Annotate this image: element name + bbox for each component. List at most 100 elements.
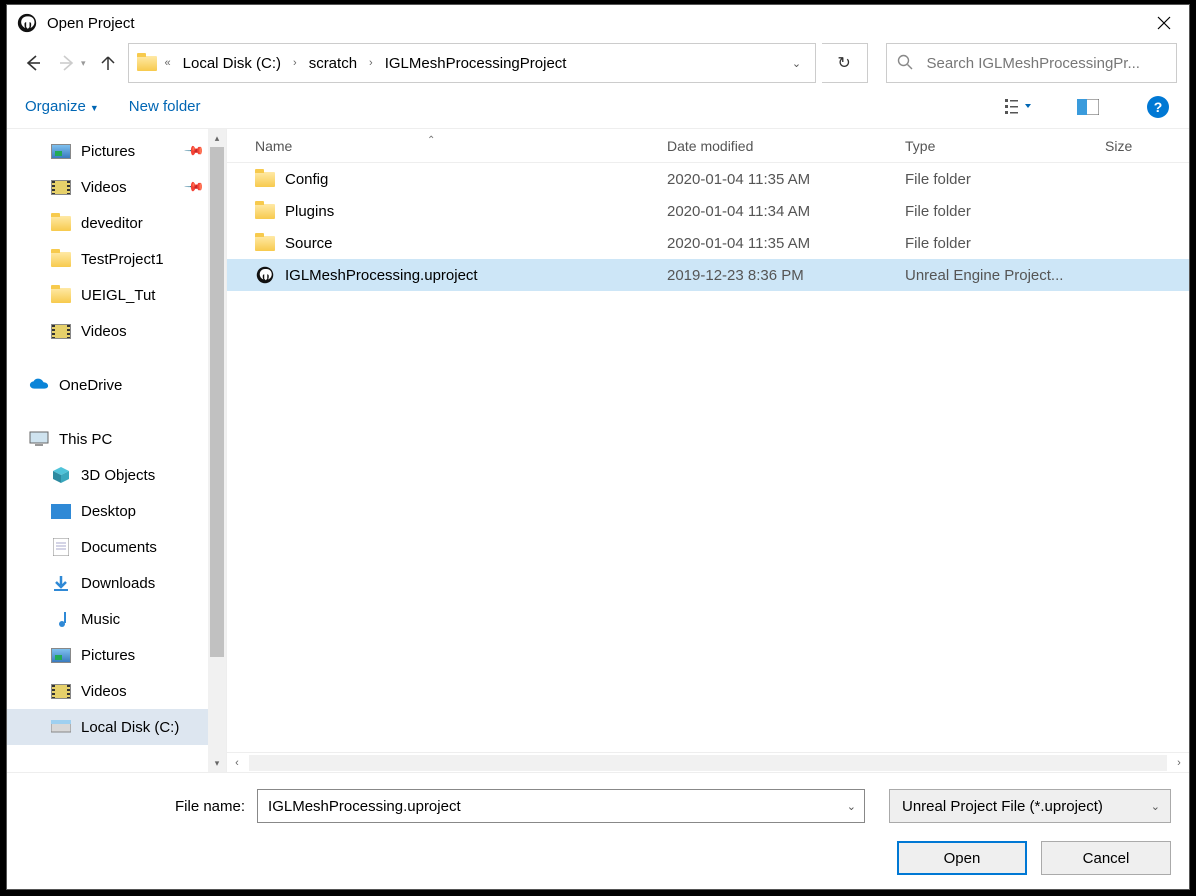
file-date: 2020-01-04 11:34 AM: [667, 203, 905, 220]
help-button[interactable]: ?: [1145, 96, 1171, 118]
tree-label: TestProject1: [81, 251, 164, 268]
file-type: Unreal Engine Project...: [905, 267, 1105, 284]
unreal-logo-icon: [17, 13, 37, 33]
address-dropdown[interactable]: ⌄: [787, 57, 807, 70]
column-type[interactable]: Type: [905, 138, 1105, 154]
chevron-icon: «: [163, 57, 173, 69]
view-options-button[interactable]: [1005, 96, 1031, 118]
thispc-icon: [29, 430, 49, 448]
tree-label: OneDrive: [59, 377, 122, 394]
tree-item[interactable]: Pictures📌: [7, 133, 226, 169]
tree-item[interactable]: Music: [7, 601, 226, 637]
search-input[interactable]: Search IGLMeshProcessingPr...: [886, 43, 1177, 83]
file-row[interactable]: IGLMeshProcessing.uproject2019-12-23 8:3…: [227, 259, 1189, 291]
tree-item[interactable]: Videos: [7, 313, 226, 349]
preview-pane-button[interactable]: [1075, 96, 1101, 118]
video-icon: [51, 178, 71, 196]
tree-label: Pictures: [81, 647, 135, 664]
organize-menu[interactable]: Organize▼: [25, 98, 99, 115]
titlebar: Open Project: [7, 5, 1189, 41]
pin-icon: 📌: [183, 140, 206, 163]
recent-locations-dropdown[interactable]: ▾: [81, 58, 86, 69]
tree-label: Videos: [81, 323, 127, 340]
download-icon: [51, 574, 71, 592]
chevron-down-icon[interactable]: ⌄: [847, 800, 856, 813]
file-type: File folder: [905, 171, 1105, 188]
file-list-pane: Name ⌃ Date modified Type Size Config202…: [227, 129, 1189, 772]
scroll-up-icon[interactable]: ▴: [208, 129, 226, 147]
tree-item[interactable]: 3D Objects: [7, 457, 226, 493]
tree-label: UEIGL_Tut: [81, 287, 155, 304]
column-headers: Name ⌃ Date modified Type Size: [227, 129, 1189, 163]
tree-item[interactable]: Pictures: [7, 637, 226, 673]
breadcrumb-segment[interactable]: scratch: [305, 49, 361, 78]
tree-item-thispc[interactable]: This PC: [7, 421, 226, 457]
file-row[interactable]: Plugins2020-01-04 11:34 AMFile folder: [227, 195, 1189, 227]
tree-label: Videos: [81, 179, 127, 196]
file-name: Source: [285, 235, 333, 252]
breadcrumb-segment[interactable]: IGLMeshProcessingProject: [381, 49, 571, 78]
folder-icon: [255, 170, 275, 188]
3d-icon: [51, 466, 71, 484]
music-icon: [51, 610, 71, 628]
file-type-filter[interactable]: Unreal Project File (*.uproject) ⌄: [889, 789, 1171, 823]
file-type: File folder: [905, 235, 1105, 252]
file-type: File folder: [905, 203, 1105, 220]
folder-icon: [51, 286, 71, 304]
tree-item[interactable]: TestProject1: [7, 241, 226, 277]
pin-icon: 📌: [183, 176, 206, 199]
tree-label: Documents: [81, 539, 157, 556]
tree-item[interactable]: Documents: [7, 529, 226, 565]
scrollbar-track[interactable]: [249, 755, 1167, 771]
refresh-button[interactable]: ↻: [822, 43, 868, 83]
open-button[interactable]: Open: [897, 841, 1027, 875]
tree-item[interactable]: Videos 📌: [7, 169, 226, 205]
scroll-left-icon[interactable]: ‹: [227, 757, 247, 769]
back-button[interactable]: [19, 49, 47, 77]
tree-label: Videos: [81, 683, 127, 700]
chevron-down-icon[interactable]: ⌄: [1151, 800, 1160, 813]
file-row[interactable]: Config2020-01-04 11:35 AMFile folder: [227, 163, 1189, 195]
onedrive-icon: [29, 376, 49, 394]
tree-item-onedrive[interactable]: OneDrive: [7, 367, 226, 403]
tree-item[interactable]: Downloads: [7, 565, 226, 601]
horizontal-scrollbar[interactable]: ‹ ›: [227, 752, 1189, 772]
tree-item[interactable]: Videos: [7, 673, 226, 709]
column-size[interactable]: Size: [1105, 138, 1189, 154]
forward-button[interactable]: [53, 49, 81, 77]
folder-icon: [51, 250, 71, 268]
breadcrumb-segment[interactable]: Local Disk (C:): [179, 49, 285, 78]
ue-icon: [255, 266, 275, 284]
sidebar-scrollbar[interactable]: ▴ ▾: [208, 129, 226, 772]
search-placeholder: Search IGLMeshProcessingPr...: [927, 55, 1140, 72]
chevron-right-icon[interactable]: ›: [367, 57, 375, 69]
file-row[interactable]: Source2020-01-04 11:35 AMFile folder: [227, 227, 1189, 259]
new-folder-button[interactable]: New folder: [129, 98, 201, 115]
tree-label: Music: [81, 611, 120, 628]
cancel-button[interactable]: Cancel: [1041, 841, 1171, 875]
address-bar[interactable]: « Local Disk (C:) › scratch › IGLMeshPro…: [128, 43, 816, 83]
file-name-input[interactable]: IGLMeshProcessing.uproject ⌄: [257, 789, 865, 823]
tree-item[interactable]: Desktop: [7, 493, 226, 529]
toolbar: Organize▼ New folder ?: [7, 85, 1189, 129]
window-title: Open Project: [47, 15, 1139, 32]
tree-label: deveditor: [81, 215, 143, 232]
tree-item[interactable]: deveditor: [7, 205, 226, 241]
file-name: Config: [285, 171, 328, 188]
folder-icon: [255, 234, 275, 252]
scrollbar-thumb[interactable]: [210, 147, 224, 657]
up-button[interactable]: [94, 49, 122, 77]
file-name: IGLMeshProcessing.uproject: [285, 267, 478, 284]
tree-item[interactable]: Local Disk (C:): [7, 709, 226, 745]
search-icon: [897, 54, 913, 73]
scroll-down-icon[interactable]: ▾: [208, 754, 226, 772]
column-name[interactable]: Name ⌃: [227, 138, 667, 154]
folder-icon: [51, 214, 71, 232]
close-button[interactable]: [1139, 5, 1189, 41]
column-date[interactable]: Date modified: [667, 138, 905, 154]
scroll-right-icon[interactable]: ›: [1169, 757, 1189, 769]
open-project-dialog: Open Project ▾ « Local Disk (C:) › scrat…: [6, 4, 1190, 890]
disk-icon: [51, 718, 71, 736]
tree-item[interactable]: UEIGL_Tut: [7, 277, 226, 313]
chevron-right-icon[interactable]: ›: [291, 57, 299, 69]
